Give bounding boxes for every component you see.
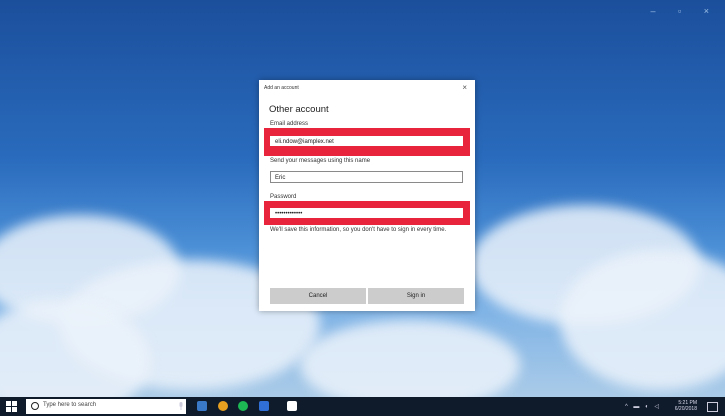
display-name-label: Send your messages using this name (270, 158, 371, 164)
cloud (300, 320, 520, 397)
close-icon[interactable]: × (462, 83, 467, 92)
cancel-button[interactable]: Cancel (270, 288, 366, 304)
clock-date: 6/20/2018 (674, 406, 697, 412)
window-controls[interactable]: – ▫ × (651, 6, 719, 16)
save-info-note: We'll save this information, so you don'… (270, 227, 447, 233)
cortana-icon (31, 402, 39, 410)
microphone-icon[interactable] (176, 401, 186, 411)
spotify-icon[interactable] (238, 401, 248, 411)
file-explorer-icon[interactable] (197, 401, 207, 411)
notification-icon[interactable] (707, 402, 718, 412)
windows-start-icon[interactable] (6, 401, 17, 412)
display-name-field[interactable]: Eric (270, 171, 463, 183)
clock[interactable]: 5:21 PM 6/20/2018 (675, 400, 697, 412)
password-field[interactable]: ••••••••••••• (270, 208, 463, 218)
mail-icon[interactable] (287, 401, 297, 411)
email-label: Email address (270, 121, 309, 127)
taskbar: Type here to search ^ ▬ ◐ ◁ 5:21 PM 6/20… (0, 397, 725, 416)
taskbar-search[interactable]: Type here to search (26, 399, 186, 414)
sign-in-button[interactable]: Sign in (368, 288, 464, 304)
system-tray-icons[interactable]: ^ ▬ ◐ ◁ (625, 403, 661, 410)
password-label: Password (270, 194, 297, 200)
dialog-title: Add an account (264, 85, 299, 91)
email-field[interactable]: eli.ndow@iamplex.net (270, 136, 463, 146)
todo-check-icon[interactable] (259, 401, 269, 411)
search-input[interactable]: Type here to search (43, 402, 96, 408)
page-title: Other account (269, 104, 329, 115)
chrome-icon[interactable] (218, 401, 228, 411)
add-account-dialog: Add an account × Other account Email add… (259, 80, 475, 311)
